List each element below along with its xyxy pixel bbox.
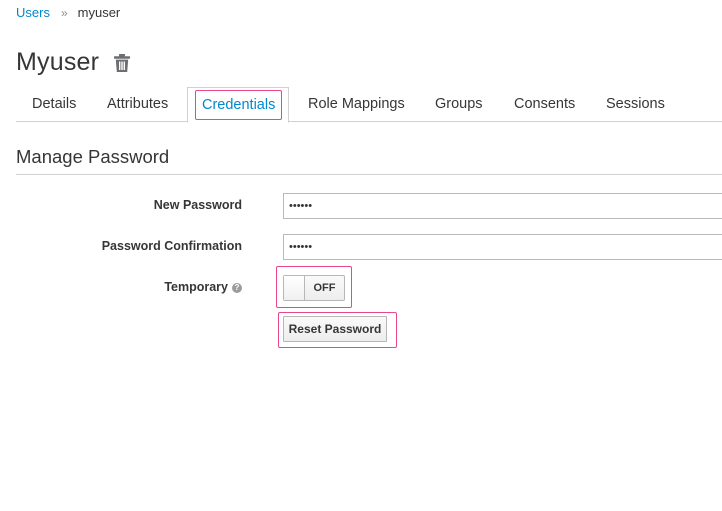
user-credentials-page: Users » myuser Myuser Details Attributes…: [0, 0, 722, 511]
breadcrumb-separator: »: [60, 5, 68, 20]
tab-credentials[interactable]: Credentials: [187, 87, 290, 123]
temporary-label: Temporary: [164, 280, 228, 294]
new-password-field[interactable]: ••••••: [283, 193, 722, 219]
title-row: Myuser: [16, 48, 131, 77]
tab-role-mappings[interactable]: Role Mappings: [308, 87, 405, 121]
breadcrumb-users-link[interactable]: Users: [16, 5, 50, 20]
question-circle-icon[interactable]: ?: [232, 282, 242, 293]
reset-password-button[interactable]: Reset Password: [283, 316, 387, 342]
breadcrumb: Users » myuser: [16, 5, 120, 20]
tab-consents[interactable]: Consents: [514, 87, 575, 121]
password-confirmation-field[interactable]: ••••••: [283, 234, 722, 260]
tab-details[interactable]: Details: [32, 87, 76, 121]
tab-bar: Details Attributes Credentials Role Mapp…: [16, 87, 722, 123]
password-confirmation-label: Password Confirmation: [101, 239, 242, 253]
tab-groups[interactable]: Groups: [435, 87, 483, 121]
tab-credentials-label: Credentials: [195, 90, 283, 120]
tab-attributes[interactable]: Attributes: [107, 87, 168, 121]
tab-sessions[interactable]: Sessions: [606, 87, 665, 121]
toggle-handle[interactable]: [284, 276, 305, 300]
temporary-toggle[interactable]: OFF: [283, 275, 345, 301]
temporary-label-group: Temporary?: [164, 280, 242, 294]
trash-icon[interactable]: [113, 53, 131, 73]
section-title: Manage Password: [16, 146, 722, 175]
new-password-label: New Password: [153, 198, 242, 212]
toggle-state-text: OFF: [313, 282, 336, 294]
breadcrumb-current: myuser: [77, 5, 121, 20]
page-title: Myuser: [16, 48, 100, 76]
